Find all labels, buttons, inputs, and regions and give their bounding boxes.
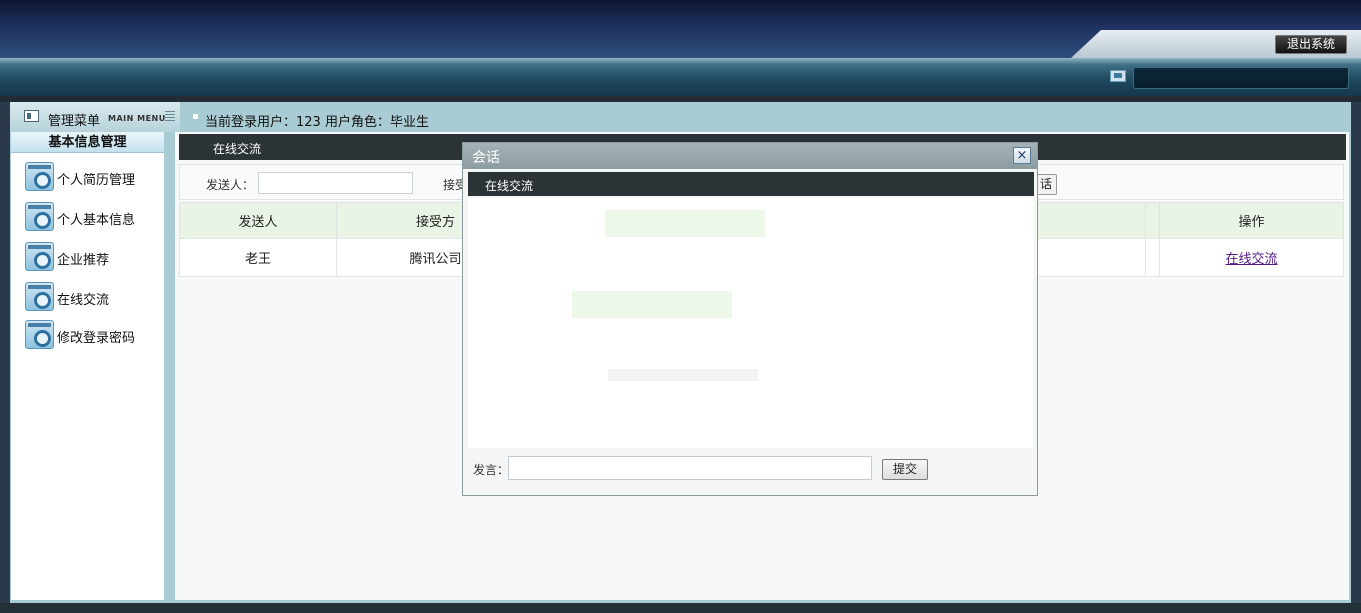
- column-header-action: 操作: [1159, 202, 1344, 239]
- bullet-icon: [193, 114, 198, 119]
- sender-input[interactable]: [258, 172, 413, 194]
- section-title: 在线交流: [213, 142, 262, 156]
- dialog-bar-title: 在线交流: [485, 179, 534, 193]
- chat-history-area: [468, 198, 1034, 448]
- online-chat-link[interactable]: 在线交流: [1225, 252, 1277, 267]
- close-button[interactable]: ×: [1013, 147, 1031, 164]
- sidebar-item-label: 在线交流: [57, 293, 110, 308]
- message-bubble: [572, 291, 732, 318]
- sidebar-item-label: 企业推荐: [57, 253, 110, 268]
- user-info-bar: 当前登录用户：123 用户角色：毕业生: [188, 102, 1348, 132]
- speak-row: 发言： 提交: [463, 455, 1037, 485]
- sender-label: 发送人：: [206, 178, 255, 192]
- cell-blank2: [1145, 238, 1160, 277]
- logout-button[interactable]: 退出系统: [1275, 35, 1347, 54]
- sidebar-item-online-chat[interactable]: 在线交流: [11, 282, 164, 314]
- secondary-bar: [0, 58, 1361, 96]
- cell-sender: 老王: [179, 238, 337, 277]
- sidebar-item-label: 个人基本信息: [57, 213, 136, 228]
- dialog-title-bar: 在线交流: [468, 172, 1034, 196]
- sidebar-item-label: 个人简历管理: [57, 173, 136, 188]
- message-bubble: [605, 210, 765, 237]
- sidebar-splitter: [164, 132, 175, 600]
- sidebar-item-resume[interactable]: 个人简历管理: [11, 162, 164, 194]
- submit-button[interactable]: 提交: [882, 459, 928, 480]
- column-header-blank2: [1145, 202, 1160, 239]
- sidebar-item-basic-info[interactable]: 个人基本信息: [11, 202, 164, 234]
- menu-icon: [24, 110, 39, 122]
- menu-header: 管理菜单 MAIN MENU: [10, 102, 180, 132]
- sidebar-group-header[interactable]: 基本信息管理: [11, 132, 164, 153]
- sidebar-item-label: 修改登录密码: [57, 331, 136, 346]
- monitor-icon: [1110, 70, 1126, 82]
- status-box: [1133, 67, 1349, 89]
- gear-icon: [25, 282, 54, 311]
- speak-label: 发言：: [473, 463, 510, 477]
- sidebar-item-change-password[interactable]: 修改登录密码: [11, 320, 164, 352]
- gear-icon: [25, 320, 54, 349]
- current-user-text: 当前登录用户：123 用户角色：毕业生: [205, 115, 429, 130]
- menu-lines-icon[interactable]: [165, 111, 175, 121]
- message-line: [608, 369, 758, 381]
- dialog-title: 会话: [472, 150, 500, 166]
- sidebar: 基本信息管理 个人简历管理 个人基本信息 企业推荐 在线交流 修改登录密码: [11, 132, 164, 600]
- gear-icon: [25, 202, 54, 231]
- menu-title: 管理菜单: [48, 114, 101, 129]
- dialog-header[interactable]: 会话 ×: [463, 143, 1037, 169]
- menu-subtitle: MAIN MENU: [108, 114, 166, 123]
- bottom-strip: [0, 603, 1361, 613]
- sidebar-item-company-recommend[interactable]: 企业推荐: [11, 242, 164, 274]
- top-banner: 退出系统: [0, 0, 1361, 58]
- search-button[interactable]: 话: [1035, 174, 1057, 195]
- message-input[interactable]: [508, 456, 872, 480]
- gear-icon: [25, 162, 54, 191]
- cell-action: 在线交流: [1159, 238, 1344, 277]
- column-header-sender: 发送人: [179, 202, 337, 239]
- gear-icon: [25, 242, 54, 271]
- chat-dialog: 会话 × 在线交流 发言： 提交: [462, 142, 1038, 496]
